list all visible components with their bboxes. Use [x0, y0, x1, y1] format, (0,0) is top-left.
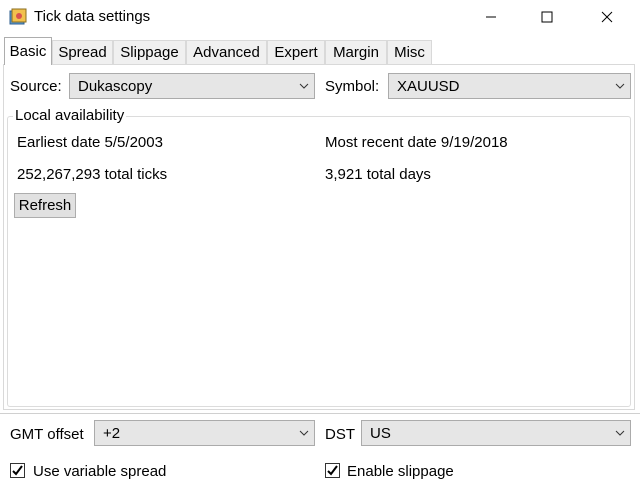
gmt-offset-value: +2 [103, 424, 121, 442]
maximize-button[interactable] [524, 0, 570, 34]
chevron-down-icon [610, 430, 630, 436]
dst-label: DST [325, 426, 355, 443]
variable-spread-label: Use variable spread [33, 463, 167, 480]
gmt-offset-select[interactable]: +2 [94, 420, 315, 446]
checkmark-icon [327, 465, 338, 476]
variable-spread-checkbox[interactable] [10, 463, 25, 478]
total-ticks: 252,267,293 total ticks [17, 166, 168, 183]
source-select[interactable]: Dukascopy [69, 73, 315, 99]
local-availability-group [7, 116, 631, 407]
source-label: Source: [10, 78, 62, 95]
app-icon [8, 7, 28, 27]
tab-slippage[interactable]: Slippage [113, 40, 186, 64]
tab-misc[interactable]: Misc [387, 40, 432, 64]
symbol-value: XAUUSD [397, 77, 460, 95]
title-bar: Tick data settings [0, 0, 640, 34]
checkmark-icon [12, 465, 23, 476]
enable-slippage-checkbox[interactable] [325, 463, 340, 478]
minimize-icon [486, 16, 496, 18]
tab-basic[interactable]: Basic [4, 37, 52, 65]
tab-spread[interactable]: Spread [52, 40, 113, 64]
earliest-date: Earliest date 5/5/2003 [17, 134, 163, 151]
window-title: Tick data settings [34, 8, 151, 25]
total-days: 3,921 total days [325, 166, 431, 183]
dst-value: US [370, 424, 391, 442]
symbol-select[interactable]: XAUUSD [388, 73, 631, 99]
chevron-down-icon [294, 430, 314, 436]
symbol-label: Symbol: [325, 78, 380, 95]
gmt-offset-label: GMT offset [10, 426, 84, 443]
chevron-down-icon [610, 83, 630, 89]
chevron-down-icon [294, 83, 314, 89]
dst-select[interactable]: US [361, 420, 631, 446]
enable-slippage-label: Enable slippage [347, 463, 454, 480]
divider [0, 413, 640, 414]
tab-expert[interactable]: Expert [267, 40, 325, 64]
most-recent-date: Most recent date 9/19/2018 [325, 134, 508, 151]
tab-advanced[interactable]: Advanced [186, 40, 267, 64]
group-title: Local availability [13, 107, 127, 124]
minimize-button[interactable] [468, 0, 514, 34]
close-icon [601, 11, 613, 23]
source-value: Dukascopy [78, 77, 153, 95]
maximize-icon [541, 11, 553, 23]
close-button[interactable] [584, 0, 630, 34]
tab-margin[interactable]: Margin [325, 40, 387, 64]
refresh-button[interactable]: Refresh [14, 193, 76, 218]
